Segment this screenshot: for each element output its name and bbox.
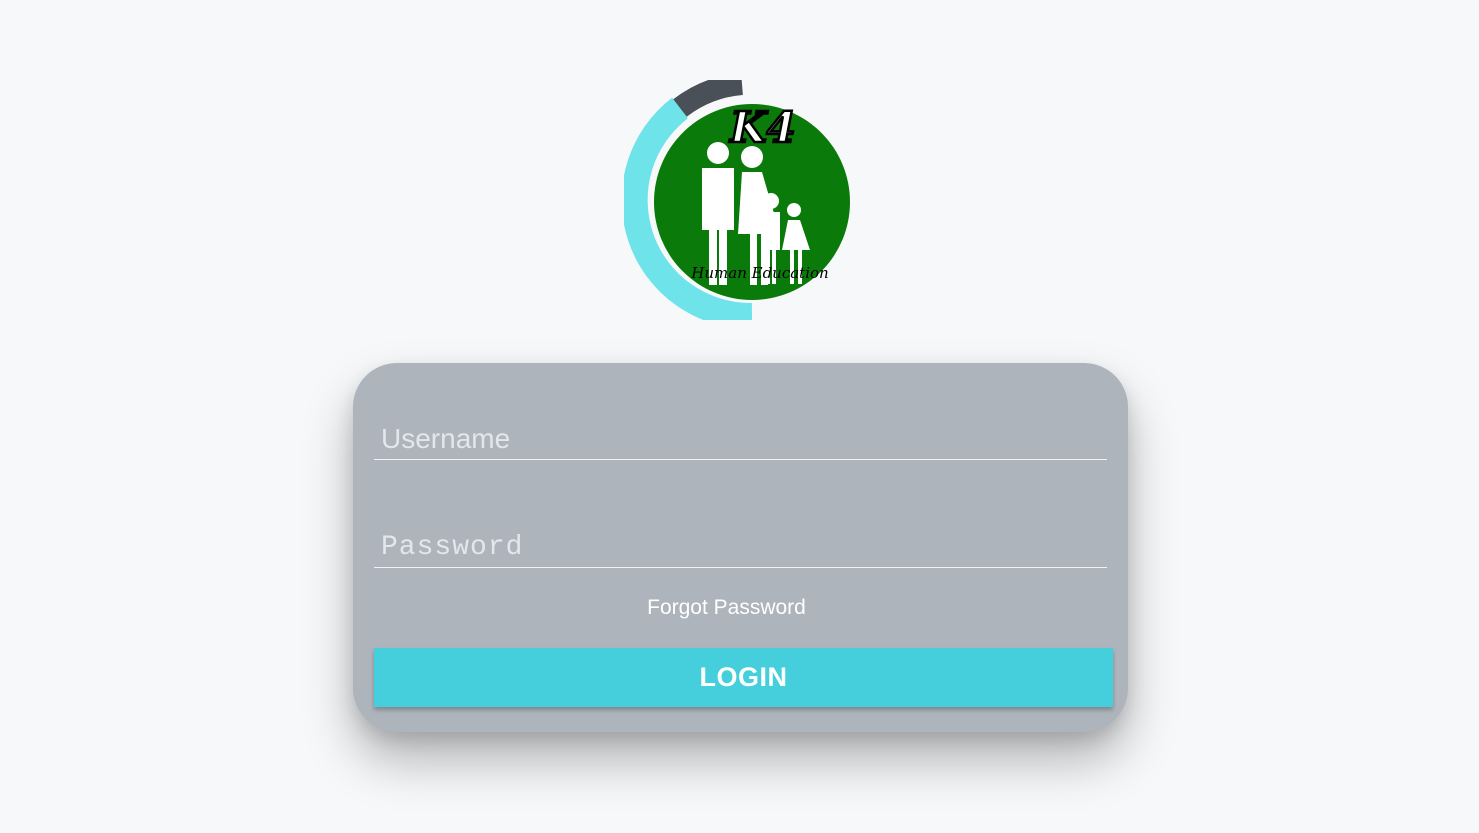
- password-input[interactable]: [374, 532, 1107, 563]
- k4-logo: K4 Human Education: [624, 80, 850, 320]
- forgot-password-link[interactable]: Forgot Password: [353, 596, 1128, 620]
- login-card: Forgot Password LOGIN: [353, 363, 1128, 732]
- password-field: [374, 521, 1107, 568]
- logo-caption-text: Human Education: [690, 264, 828, 282]
- login-page: K4 Human Education Forgot Password LOGIN: [0, 0, 1479, 833]
- username-input[interactable]: [374, 423, 1107, 455]
- username-field: [374, 413, 1107, 460]
- login-button[interactable]: LOGIN: [374, 648, 1113, 707]
- logo-mark-text: K4: [729, 103, 796, 152]
